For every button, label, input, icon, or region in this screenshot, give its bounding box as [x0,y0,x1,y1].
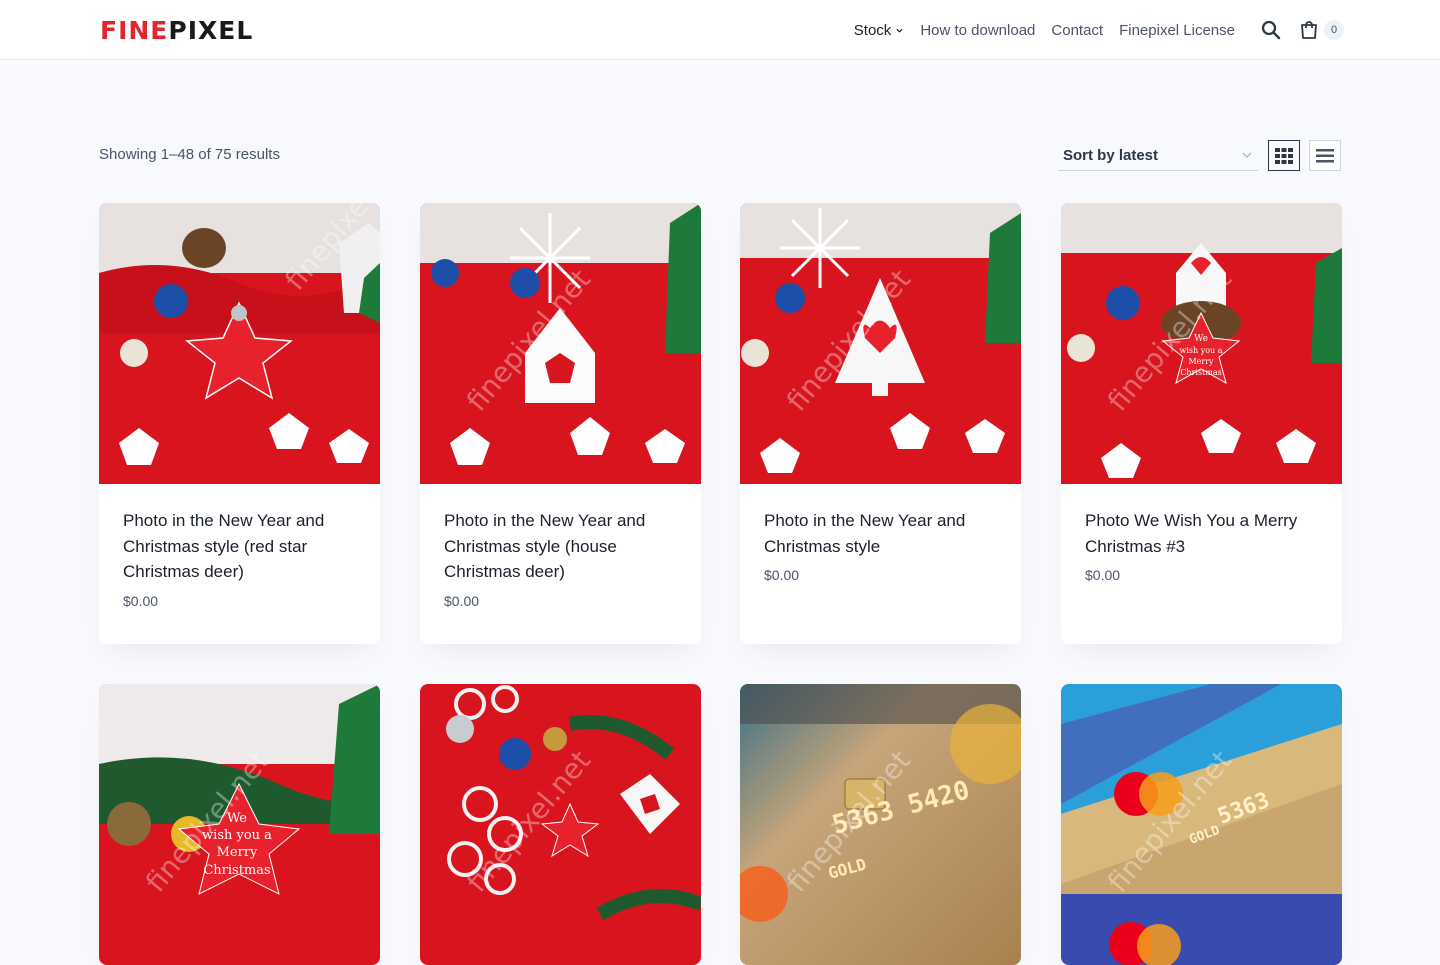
product-image[interactable]: finepixel.net [420,203,701,484]
product-image[interactable]: finepixel.net [740,203,1021,484]
logo-part-fine: FINE [100,15,169,45]
product-card: finepixel.net Photo in the New Year and … [420,203,701,644]
product-image[interactable]: finepixel.net [420,684,701,965]
site-logo[interactable]: FINE PIXEL [100,15,254,45]
product-card: We wish you a Merry Christmas finepixel.… [1061,203,1342,644]
sort-select-label: Sort by latest [1063,146,1159,164]
chevron-down-icon [1242,152,1252,158]
nav-item-contact[interactable]: Contact [1051,22,1103,39]
product-image[interactable]: finepixel.net [99,203,380,484]
main-nav: Stock How to download Contact Finepixel … [854,0,1235,60]
list-view-button[interactable] [1309,140,1341,171]
product-image[interactable]: We wish you a Merry Christmas finepixel.… [99,684,380,965]
product-title[interactable]: Photo in the New Year and Christmas styl… [123,508,356,585]
svg-text:Christmas: Christmas [1180,368,1221,377]
product-card: 5363 5420 GOLD finepixel.net [740,684,1021,965]
site-header: FINE PIXEL Stock How to download Contact… [0,0,1440,60]
product-price: $0.00 [123,592,159,609]
search-button[interactable] [1261,20,1281,40]
logo-part-pixel: PIXEL [168,15,254,45]
product-title[interactable]: Photo in the New Year and Christmas styl… [764,508,997,559]
svg-text:We: We [1194,334,1208,344]
results-count: Showing 1–48 of 75 results [99,146,280,163]
nav-item-label: How to download [920,21,1036,39]
svg-text:Christmas: Christmas [203,863,270,878]
product-price: $0.00 [444,592,480,609]
product-price: $0.00 [1085,567,1121,583]
product-image[interactable]: We wish you a Merry Christmas finepixel.… [1061,203,1342,484]
product-image[interactable]: 5363 5420 GOLD finepixel.net [740,684,1021,965]
svg-text:Merry: Merry [217,845,258,860]
cart-button[interactable]: 0 [1298,18,1344,42]
nav-item-label: Stock [853,21,892,39]
grid-view-icon [1275,147,1293,164]
product-price: $0.00 [764,567,800,583]
product-card: finepixel.net Photo in the New Year and … [99,203,380,644]
svg-text:wish you a: wish you a [1179,346,1222,355]
product-title[interactable]: Photo We Wish You a Merry Christmas #3 [1085,508,1318,559]
nav-item-label: Finepixel License [1119,21,1235,39]
sort-select[interactable]: Sort by latest [1058,140,1258,171]
search-icon [1261,20,1281,40]
product-card: We wish you a Merry Christmas finepixel.… [99,684,380,965]
list-view-icon [1316,148,1334,162]
product-image[interactable]: 5363 GOLD finepixel.net [1061,684,1342,965]
nav-item-stock[interactable]: Stock [854,22,905,39]
nav-item-how-to-download[interactable]: How to download [920,22,1035,39]
product-title[interactable]: Photo in the New Year and Christmas styl… [444,508,677,585]
nav-item-label: Contact [1051,21,1104,39]
product-card: 5363 GOLD finepixel.net [1061,684,1342,965]
product-card: finepixel.net Photo in the New Year and … [740,203,1021,644]
product-card: finepixel.net [420,684,701,965]
cart-icon [1301,21,1317,39]
chevron-down-icon [896,28,903,33]
grid-view-button[interactable] [1268,140,1300,171]
nav-item-license[interactable]: Finepixel License [1119,22,1235,39]
svg-text:Merry: Merry [1188,357,1214,366]
cart-count-badge: 0 [1324,20,1344,40]
